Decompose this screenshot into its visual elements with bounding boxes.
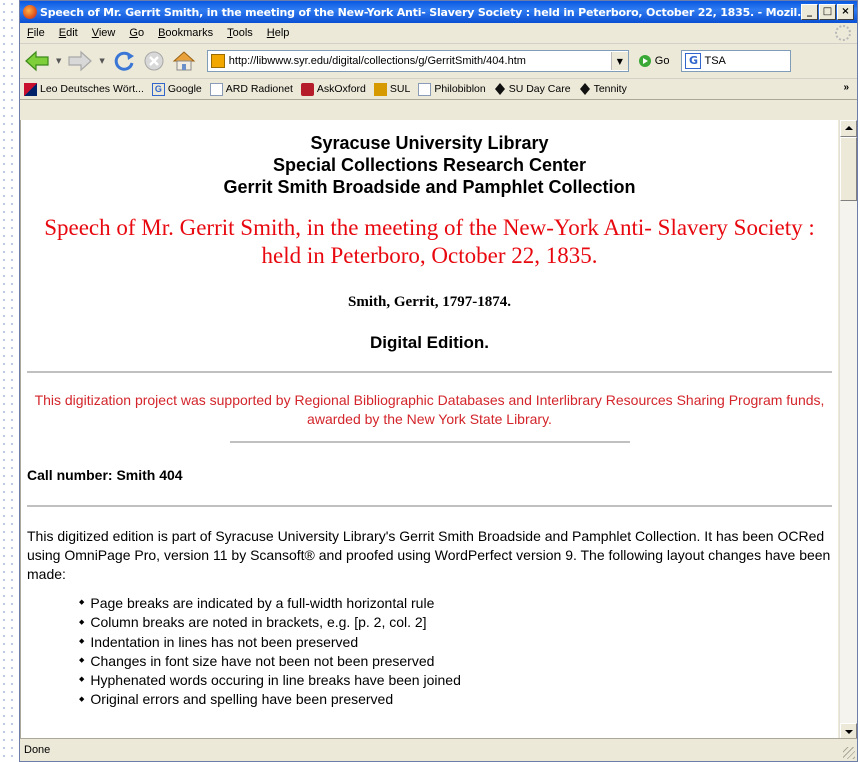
menu-file[interactable]: File — [20, 27, 52, 39]
menu-help[interactable]: Help — [260, 27, 297, 39]
stop-button[interactable] — [141, 48, 167, 74]
bookmark-item[interactable]: AskOxford — [300, 82, 366, 96]
window-controls: _ □ × — [801, 4, 854, 20]
divider — [229, 441, 630, 443]
throbber-icon — [835, 25, 851, 41]
back-button[interactable] — [24, 48, 50, 74]
bookmark-label: SU Day Care — [508, 83, 571, 95]
diamond-icon — [579, 83, 591, 95]
list-item: Changes in font size have not been not b… — [79, 652, 838, 671]
bookmark-item[interactable]: ARD Radionet — [209, 82, 293, 96]
bookmark-label: SUL — [389, 83, 411, 95]
site-favicon-icon — [210, 54, 225, 68]
url-input[interactable]: http://libwww.syr.edu/digital/collection… — [229, 55, 611, 67]
askoxford-icon — [300, 82, 314, 96]
browser-window: Speech of Mr. Gerrit Smith, in the meeti… — [19, 0, 858, 762]
scroll-up-button[interactable] — [840, 120, 857, 137]
home-icon — [172, 51, 196, 71]
status-bar: Done — [20, 738, 857, 761]
go-label: Go — [654, 55, 670, 67]
menu-bar: File Edit View Go Bookmarks Tools Help — [20, 23, 857, 44]
intro-paragraph: This digitized edition is part of Syracu… — [27, 528, 831, 582]
bookmark-label: Philobiblon — [434, 83, 486, 95]
backdrop-left — [0, 0, 18, 762]
document-author: Smith, Gerrit, 1797-1874. — [348, 294, 511, 310]
bookmark-label: Tennity — [593, 83, 627, 95]
home-button[interactable] — [171, 48, 197, 74]
vertical-scrollbar[interactable] — [839, 120, 857, 740]
back-arrow-icon — [25, 50, 49, 72]
bookmark-item[interactable]: SUL — [373, 82, 411, 96]
bookmark-item[interactable]: Tennity — [579, 83, 627, 95]
call-number: Call number: Smith 404 — [27, 467, 183, 483]
menu-go[interactable]: Go — [122, 27, 151, 39]
page-icon — [209, 82, 223, 96]
edition-label: Digital Edition. — [370, 333, 489, 352]
reload-button[interactable] — [111, 48, 137, 74]
window-title: Speech of Mr. Gerrit Smith, in the meeti… — [40, 5, 801, 19]
url-bar[interactable]: http://libwww.syr.edu/digital/collection… — [206, 50, 629, 72]
stop-icon — [144, 51, 164, 71]
bookmark-label: ARD Radionet — [225, 83, 293, 95]
diamond-icon — [494, 83, 506, 95]
menu-edit[interactable]: Edit — [52, 27, 85, 39]
menu-tools[interactable]: Tools — [220, 27, 260, 39]
minimize-button[interactable]: _ — [801, 4, 818, 20]
divider — [27, 505, 832, 507]
maximize-button[interactable]: □ — [819, 4, 836, 20]
library-header: Syracuse University Library Special Coll… — [21, 132, 838, 198]
go-button[interactable]: Go — [638, 55, 670, 67]
resize-grip-icon[interactable] — [843, 747, 855, 759]
bookmarks-overflow-chevron-icon[interactable]: » — [843, 82, 849, 93]
list-item: Page breaks are indicated by a full-widt… — [79, 594, 838, 613]
navigation-toolbar: ▼ ▼ http://libwww.syr.edu/digital/collec… — [20, 44, 857, 79]
title-bar[interactable]: Speech of Mr. Gerrit Smith, in the meeti… — [20, 1, 857, 23]
status-text: Done — [24, 744, 51, 756]
bookmark-item[interactable]: Leo Deutsches Wört... — [24, 82, 144, 96]
bookmark-label: Google — [167, 83, 202, 95]
list-item: Indentation in lines has not been preser… — [79, 633, 838, 652]
funding-note: This digitization project was supported … — [34, 392, 825, 427]
forward-dropdown-icon[interactable]: ▼ — [99, 57, 104, 65]
layout-notes-list: Page breaks are indicated by a full-widt… — [79, 594, 838, 710]
bookmark-item[interactable]: Philobiblon — [418, 82, 486, 96]
close-button[interactable]: × — [837, 4, 854, 20]
menu-bookmarks[interactable]: Bookmarks — [151, 27, 220, 39]
forward-button[interactable] — [67, 48, 93, 74]
bookmarks-toolbar: Leo Deutsches Wört... G Google ARD Radio… — [20, 79, 857, 100]
header-line: Syracuse University Library — [310, 133, 549, 153]
bookmark-item[interactable]: G Google — [151, 82, 202, 96]
list-item: Hyphenated words occuring in line breaks… — [79, 671, 838, 690]
divider — [27, 371, 832, 373]
page-content: Syracuse University Library Special Coll… — [20, 120, 838, 740]
reload-icon — [114, 51, 134, 71]
bookmark-label: AskOxford — [316, 83, 366, 95]
list-item: Original errors and spelling have been p… — [79, 690, 838, 709]
firefox-icon — [23, 5, 37, 19]
search-input[interactable]: TSA — [704, 55, 725, 67]
flag-icon — [24, 82, 37, 96]
page-icon — [418, 82, 432, 96]
scroll-thumb[interactable] — [840, 137, 857, 201]
url-dropdown-icon[interactable]: ▼ — [610, 52, 628, 70]
back-dropdown-icon[interactable]: ▼ — [56, 57, 61, 65]
bookmark-item[interactable]: SU Day Care — [494, 83, 571, 95]
search-box[interactable]: G TSA — [681, 50, 792, 72]
header-line: Special Collections Research Center — [272, 155, 587, 175]
document-title: Speech of Mr. Gerrit Smith, in the meeti… — [44, 215, 815, 268]
forward-arrow-icon — [68, 50, 93, 72]
bookmark-label: Leo Deutsches Wört... — [40, 83, 144, 95]
sul-icon — [373, 82, 387, 96]
google-icon: G — [151, 82, 165, 96]
menu-view[interactable]: View — [85, 27, 123, 39]
google-search-icon[interactable]: G — [685, 53, 702, 69]
list-item: Column breaks are noted in brackets, e.g… — [79, 613, 838, 632]
header-line: Gerrit Smith Broadside and Pamphlet Coll… — [223, 177, 636, 197]
go-arrow-icon — [638, 55, 651, 67]
